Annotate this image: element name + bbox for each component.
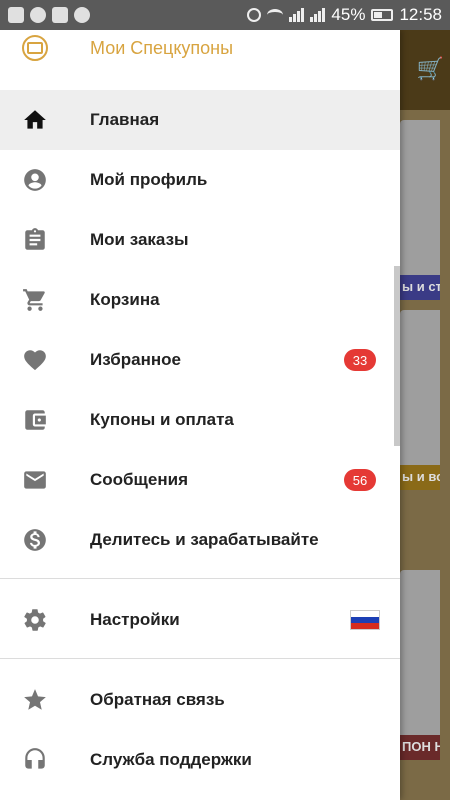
drawer-item-messages[interactable]: Сообщения 56 [0, 450, 400, 510]
mail-icon [22, 467, 48, 493]
drawer-item-home[interactable]: Главная [0, 90, 400, 150]
coupon-icon [22, 35, 48, 61]
background-card-label: ПОН НЯ [400, 735, 440, 760]
navigation-drawer: Мои Спецкупоны Главная Мой профиль Мои з… [0, 30, 400, 800]
wifi-icon [267, 9, 284, 21]
home-icon [22, 107, 48, 133]
drawer-item-label: Мой профиль [90, 170, 208, 189]
cart-icon: 🛒 [416, 56, 444, 81]
background-app: 🛒 ы и сть ы и во ПОН НЯ [400, 30, 450, 800]
background-card: ПОН НЯ [400, 570, 440, 760]
background-card: ы и во [400, 310, 440, 490]
clock: 12:58 [399, 5, 442, 24]
drawer-item-support[interactable]: Служба поддержки [0, 730, 400, 790]
drawer-item-label: Настройки [90, 610, 180, 629]
divider [0, 578, 400, 579]
wallet-icon [22, 407, 48, 433]
battery-percent: 45% [331, 5, 366, 24]
drawer-item-label: Делитесь и зарабатывайте [90, 530, 319, 549]
battery-icon [371, 9, 394, 21]
messages-count-badge: 56 [344, 469, 376, 491]
more-icon [74, 7, 90, 23]
drawer-item-favorites[interactable]: Избранное 33 [0, 330, 400, 390]
drawer-item-label: Мои заказы [90, 230, 189, 249]
drawer-item-share-earn[interactable]: Делитесь и зарабатывайте [0, 510, 400, 570]
drawer-item-label: Обратная связь [90, 690, 225, 709]
facebook-icon [8, 7, 24, 23]
drawer-item-label: Сообщения [90, 470, 188, 489]
drawer-item-settings[interactable]: Настройки [0, 590, 400, 650]
drawer-item-profile[interactable]: Мой профиль [0, 150, 400, 210]
background-toolbar: 🛒 [400, 30, 450, 110]
background-card-label: ы и во [400, 465, 440, 490]
drawer-scrollbar[interactable] [394, 266, 400, 446]
drawer-item-label: Главная [90, 110, 160, 129]
drawer-item-cart[interactable]: Корзина [0, 270, 400, 330]
image-icon [52, 7, 68, 23]
account-icon [22, 167, 48, 193]
russia-flag-icon[interactable] [350, 610, 380, 630]
drawer-item-orders[interactable]: Мои заказы [0, 210, 400, 270]
special-coupons-link[interactable]: Мои Спецкупоны [0, 30, 400, 78]
status-right-icons: 45% 12:58 [247, 5, 442, 25]
status-bar: 45% 12:58 [0, 0, 450, 30]
special-coupons-label: Мои Спецкупоны [90, 37, 234, 58]
headset-icon [22, 747, 48, 773]
drawer-item-feedback[interactable]: Обратная связь [0, 670, 400, 730]
cart-icon [22, 287, 48, 313]
dollar-icon [22, 527, 48, 553]
whatsapp-icon [30, 7, 46, 23]
signal-icon [289, 8, 305, 22]
gear-icon [22, 607, 48, 633]
star-icon [22, 687, 48, 713]
signal-icon [310, 8, 326, 22]
background-card: ы и сть [400, 120, 440, 300]
drawer-item-label: Избранное [90, 350, 181, 369]
drawer-item-label: Корзина [90, 290, 160, 309]
drawer-item-label: Служба поддержки [90, 750, 252, 769]
favorites-count-badge: 33 [344, 349, 376, 371]
alarm-icon [247, 8, 262, 22]
heart-icon [22, 347, 48, 373]
drawer-item-label: Купоны и оплата [90, 410, 234, 429]
clipboard-icon [22, 227, 48, 253]
drawer-item-coupons-payment[interactable]: Купоны и оплата [0, 390, 400, 450]
divider [0, 658, 400, 659]
background-card-label: ы и сть [400, 275, 440, 300]
status-left-icons [8, 7, 90, 23]
